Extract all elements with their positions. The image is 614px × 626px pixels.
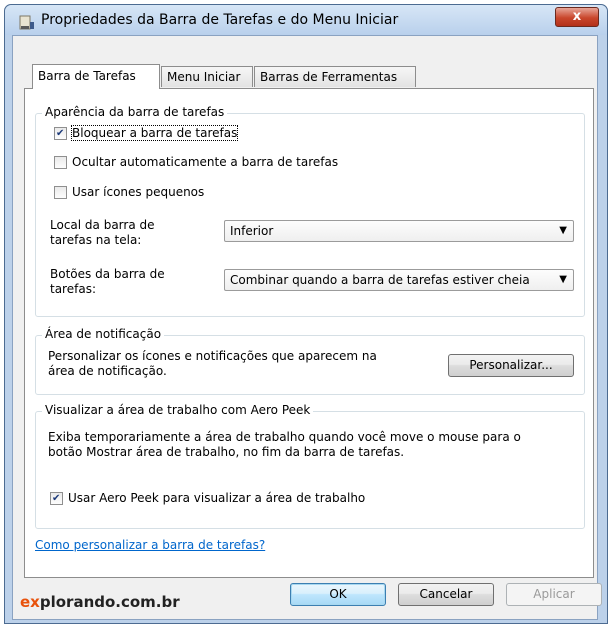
help-link[interactable]: Como personalizar a barra de tarefas?: [35, 538, 265, 552]
location-select[interactable]: Inferior ▼: [224, 220, 574, 242]
tab-menu-iniciar[interactable]: Menu Iniciar: [161, 66, 253, 87]
location-label-line2: tarefas na tela:: [50, 233, 142, 247]
buttons-label-line1: Botões da barra de: [50, 267, 165, 281]
close-button[interactable]: x: [555, 7, 599, 27]
notification-description: Personalizar os ícones e notificações qu…: [48, 349, 377, 379]
aero-peek-text-line1: Exiba temporariamente a área de trabalho…: [48, 430, 521, 444]
small-icons-row[interactable]: Usar ícones pequenos: [54, 185, 204, 199]
tab-label: Barra de Tarefas: [38, 69, 136, 83]
tab-panel: Aparência da barra de tarefas Bloquear a…: [24, 88, 594, 578]
appearance-group: Aparência da barra de tarefas Bloquear a…: [35, 105, 585, 317]
title-bar[interactable]: Propriedades da Barra de Tarefas e do Me…: [5, 5, 607, 35]
aero-peek-text-line2: botão Mostrar área de trabalho, no fim d…: [48, 445, 405, 459]
buttons-label-line2: tarefas:: [50, 282, 96, 296]
taskbar-properties-icon: [19, 15, 34, 30]
location-label-line1: Local da barra de: [50, 218, 155, 232]
aero-peek-legend: Visualizar a área de trabalho com Aero P…: [42, 403, 314, 417]
tab-barra-de-tarefas[interactable]: Barra de Tarefas: [32, 64, 160, 89]
notification-legend: Área de notificação: [42, 327, 165, 341]
cancel-button[interactable]: Cancelar: [398, 583, 494, 606]
aero-peek-row[interactable]: Usar Aero Peek para visualizar a área de…: [50, 491, 365, 505]
lock-taskbar-label: Bloquear a barra de tarefas: [70, 125, 239, 141]
brand-accent: ex: [20, 593, 40, 611]
notification-group: Área de notificação Personalizar os ícon…: [35, 327, 585, 395]
small-icons-checkbox[interactable]: [54, 185, 67, 199]
close-icon: x: [572, 9, 582, 24]
ok-button[interactable]: OK: [290, 583, 386, 606]
autohide-row[interactable]: Ocultar automaticamente a barra de taref…: [54, 155, 338, 169]
aero-peek-label: Usar Aero Peek para visualizar a área de…: [68, 491, 366, 505]
site-watermark: explorando.com.br: [20, 593, 180, 611]
tab-label: Barras de Ferramentas: [260, 70, 398, 84]
taskbar-buttons-select-value: Combinar quando a barra de tarefas estiv…: [230, 273, 530, 287]
tab-barras-de-ferramentas[interactable]: Barras de Ferramentas: [254, 66, 416, 87]
aero-peek-group: Visualizar a área de trabalho com Aero P…: [35, 403, 585, 529]
window-title: Propriedades da Barra de Tarefas e do Me…: [41, 12, 399, 28]
aero-peek-description: Exiba temporariamente a área de trabalho…: [48, 430, 521, 460]
notification-text-line2: área de notificação.: [48, 364, 167, 378]
location-select-value: Inferior: [230, 224, 274, 238]
apply-button[interactable]: Aplicar: [506, 583, 602, 606]
customize-button[interactable]: Personalizar...: [448, 354, 574, 377]
autohide-label: Ocultar automaticamente a barra de taref…: [72, 155, 339, 169]
lock-taskbar-checkbox[interactable]: [54, 126, 67, 140]
location-label: Local da barra de tarefas na tela:: [50, 218, 155, 248]
lock-taskbar-row[interactable]: Bloquear a barra de tarefas: [54, 125, 239, 141]
buttons-label: Botões da barra de tarefas:: [50, 267, 165, 297]
small-icons-label: Usar ícones pequenos: [72, 185, 205, 199]
tab-label: Menu Iniciar: [167, 70, 241, 84]
taskbar-buttons-select[interactable]: Combinar quando a barra de tarefas estiv…: [224, 269, 574, 291]
aero-peek-checkbox[interactable]: [50, 491, 63, 505]
dropdown-arrow-icon: ▼: [559, 274, 567, 285]
brand-rest: plorando.com.br: [39, 593, 180, 611]
notification-text-line1: Personalizar os ícones e notificações qu…: [48, 349, 377, 363]
appearance-legend: Aparência da barra de tarefas: [42, 105, 228, 119]
autohide-checkbox[interactable]: [54, 155, 67, 169]
dropdown-arrow-icon: ▼: [559, 225, 567, 236]
